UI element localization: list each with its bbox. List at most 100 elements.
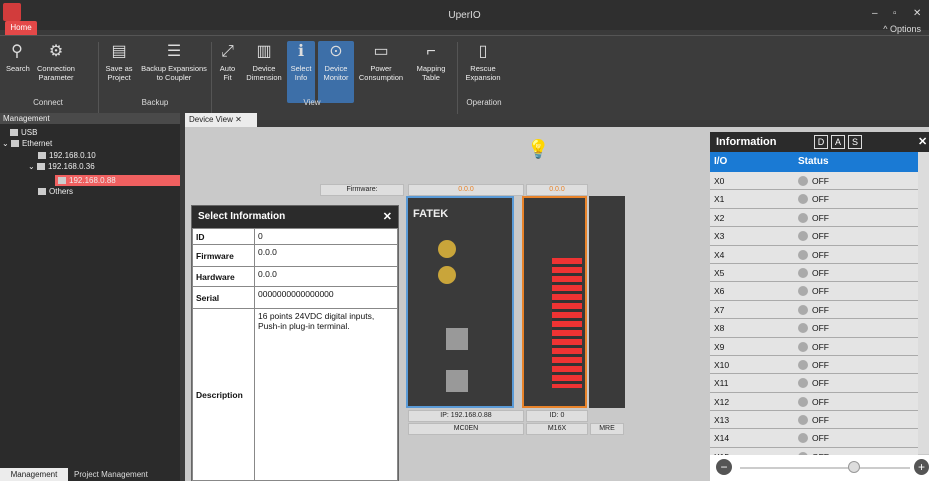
coupler-icon — [58, 177, 66, 185]
firmware-value: 0.0.0 — [526, 184, 588, 196]
tab-home[interactable]: Home — [5, 21, 37, 35]
device-icon — [36, 163, 45, 171]
rescue-expansion-button[interactable]: ▯ Rescue Expansion — [463, 41, 503, 103]
io-module[interactable] — [522, 196, 587, 408]
table-row[interactable]: X4 OFF — [710, 245, 918, 264]
table-row[interactable]: X6 OFF — [710, 282, 918, 301]
table-row[interactable]: X0 OFF — [710, 172, 918, 191]
device-dimension-button[interactable]: ▥ Device Dimension — [243, 41, 285, 103]
rotary-switch — [438, 240, 456, 258]
end-module[interactable] — [589, 196, 625, 408]
field-value: 0.0.0 — [254, 244, 398, 267]
io-label: X13 — [714, 415, 730, 426]
table-row[interactable]: X1 OFF — [710, 190, 918, 209]
tree-item-device[interactable]: 192.168.0.10 — [38, 151, 96, 160]
io-label: X6 — [714, 286, 725, 297]
panel-title: Select Information — [198, 211, 286, 222]
auto-fit-button[interactable]: ⤢ Auto Fit — [215, 41, 240, 103]
status-led-icon — [798, 286, 808, 297]
panel-title: Information — [716, 136, 777, 148]
field-key: Hardware — [192, 266, 255, 287]
backup-expansions-button[interactable]: ☰ Backup Expansions to Coupler — [138, 41, 210, 103]
status-text: OFF — [812, 194, 829, 205]
tree-item-others[interactable]: Others — [38, 187, 73, 196]
info-table: ID 0 Firmware 0.0.0 Hardware 0.0.0 Serial 00… — [192, 228, 398, 481]
table-row[interactable]: X7 OFF — [710, 300, 918, 320]
status-cell: OFF — [798, 227, 829, 245]
zoom-out-icon[interactable]: − — [716, 459, 732, 475]
tree-item-device[interactable]: 192.168.0.88 — [58, 176, 116, 185]
rotary-switch — [438, 266, 456, 284]
search-button[interactable]: ⚲ Search — [6, 41, 30, 103]
info-icon: ℹ — [297, 42, 305, 60]
table-row[interactable]: X14 OFF — [710, 429, 918, 448]
display-d-button[interactable]: D — [814, 135, 828, 149]
coupler-module[interactable]: FATEK — [406, 196, 514, 408]
tree-item-device[interactable]: ⌄ 192.168.0.36 — [28, 162, 95, 171]
io-label: X4 — [714, 249, 725, 260]
divider — [98, 42, 99, 114]
management-header: Management — [0, 113, 180, 124]
status-cell: OFF — [798, 393, 829, 411]
panel-title-bar: Information D A S ✕ — [710, 132, 929, 152]
close-icon[interactable]: ✕ — [918, 132, 927, 152]
table-row[interactable]: X12 OFF — [710, 392, 918, 412]
status-cell: OFF — [798, 411, 829, 429]
tab-management[interactable]: Management — [0, 468, 68, 481]
tree-item-usb[interactable]: USB — [10, 128, 37, 137]
maximize-icon[interactable]: ▫ — [893, 8, 897, 19]
status-text: OFF — [812, 249, 829, 260]
device-monitor-button[interactable]: ⊙ Device Monitor — [318, 41, 354, 103]
tree-item-ethernet[interactable]: ⌄ Ethernet — [2, 139, 52, 148]
mapping-table-button[interactable]: ⌐ Mapping Table — [413, 41, 449, 103]
usb-icon — [10, 129, 18, 137]
title-bar: UperIO – ▫ ✕ Home ^ Options — [0, 0, 929, 35]
lightbulb-icon[interactable]: 💡 — [527, 139, 549, 160]
status-cell: OFF — [798, 374, 829, 392]
field-key: Description — [192, 308, 255, 481]
zoom-in-icon[interactable]: + — [914, 459, 929, 475]
io-status-table: I/O Status X0 OFF X1 OFF X2 OFF X3 OFF X4 OFF X5 OFF… — [710, 152, 918, 478]
table-row[interactable]: X10 OFF — [710, 355, 918, 375]
display-s-button[interactable]: S — [848, 135, 862, 149]
status-text: OFF — [812, 231, 829, 242]
power-consumption-button[interactable]: ▭ Power Consumption — [357, 41, 405, 103]
close-icon[interactable]: ✕ — [913, 8, 921, 19]
options-label: Options — [889, 24, 921, 34]
display-a-button[interactable]: A — [831, 135, 845, 149]
save-as-project-label: Save as Project — [105, 64, 133, 82]
zoom-slider[interactable] — [740, 467, 910, 469]
module-name: M16X — [526, 423, 588, 435]
table-row[interactable]: X13 OFF — [710, 411, 918, 430]
select-info-button[interactable]: ℹ Select Info — [287, 41, 315, 103]
save-as-project-button[interactable]: ▤ Save as Project — [103, 41, 135, 103]
scrollbar[interactable] — [918, 152, 929, 454]
minimize-icon[interactable]: – — [872, 8, 878, 19]
tree-label: 192.168.0.36 — [47, 162, 95, 171]
io-label: X1 — [714, 194, 725, 205]
io-label: X11 — [714, 378, 729, 389]
device-icon — [38, 152, 46, 160]
tree-label: Ethernet — [21, 139, 53, 148]
ethernet-port — [446, 370, 468, 392]
table-row[interactable]: X8 OFF — [710, 319, 918, 338]
tab-device-view[interactable]: Device View ✕ — [185, 113, 257, 127]
status-led-icon — [798, 249, 808, 260]
connection-parameter-button[interactable]: ⚙ Connection Parameter — [32, 41, 80, 103]
close-icon[interactable]: ✕ — [383, 206, 392, 228]
status-led-icon — [798, 323, 808, 334]
zoom-slider-handle[interactable] — [848, 461, 860, 473]
table-row[interactable]: X2 OFF — [710, 208, 918, 228]
tab-project-management[interactable]: Project Management — [74, 468, 148, 481]
table-row[interactable]: X3 OFF — [710, 227, 918, 246]
gear-icon: ⚙ — [48, 42, 64, 60]
status-led-icon — [798, 176, 808, 186]
status-led-icon — [798, 231, 808, 242]
close-icon[interactable]: ✕ — [235, 115, 242, 124]
table-row[interactable]: X11 OFF — [710, 374, 918, 393]
terminal-block — [552, 258, 582, 388]
options-button[interactable]: ^ Options — [883, 24, 921, 34]
status-led-icon — [798, 267, 808, 278]
table-row[interactable]: X5 OFF — [710, 263, 918, 283]
table-row[interactable]: X9 OFF — [710, 337, 918, 356]
